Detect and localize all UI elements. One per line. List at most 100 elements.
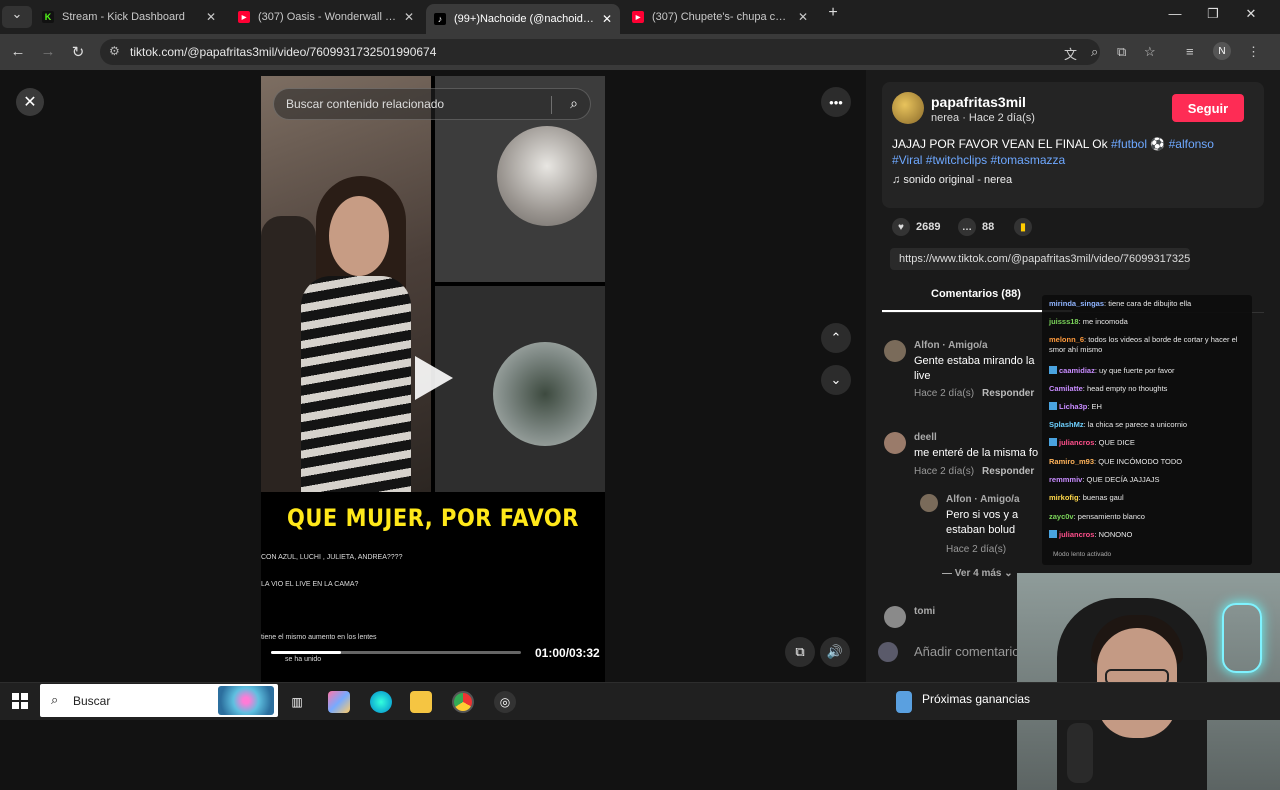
chat-username[interactable]: zayc0v <box>1049 512 1074 521</box>
author-username[interactable]: papafritas3mil <box>931 94 1026 110</box>
more-replies-label: Ver 4 más <box>954 568 1002 579</box>
video-progress-bar[interactable] <box>271 651 521 654</box>
install-app-icon[interactable]: ⧉ <box>1117 44 1126 60</box>
video-player[interactable]: QUE MUJER, POR FAVOR CON AZUL, LUCHI , J… <box>261 76 605 682</box>
commenter-avatar[interactable] <box>884 432 906 454</box>
chat-username[interactable]: Ramiro_m93 <box>1049 457 1094 466</box>
comment-time: Hace 2 día(s) <box>914 388 975 399</box>
chat-username[interactable]: melonn_6 <box>1049 335 1084 344</box>
pip-icon[interactable]: ⧉ <box>785 637 815 667</box>
tab-search-button[interactable]: ⌄ <box>2 6 32 28</box>
maximize-button[interactable]: ❐ <box>1198 6 1228 22</box>
music-link[interactable]: ♫ sonido original - nerea <box>892 174 1012 186</box>
more-options-icon[interactable]: ••• <box>821 87 851 117</box>
commenter-name[interactable]: Alfon · Amigo/a <box>946 494 1020 505</box>
obs-icon[interactable]: ◎ <box>494 691 516 713</box>
chat-username[interactable]: Camilatte <box>1049 384 1083 393</box>
chat-username[interactable]: Licha3p <box>1059 402 1087 411</box>
commenter-name[interactable]: Alfon · Amigo/a <box>914 340 988 351</box>
zoom-icon[interactable]: ⌕ <box>1091 44 1098 60</box>
reload-icon[interactable]: ↻ <box>68 43 88 61</box>
volume-icon[interactable]: 🔊 <box>820 637 850 667</box>
translate-icon[interactable]: 文 <box>1064 44 1077 63</box>
browser-menu-icon[interactable]: ⋮ <box>1247 44 1260 60</box>
minimize-button[interactable]: — <box>1160 6 1190 21</box>
like-button[interactable]: ♥ 2689 <box>892 218 940 236</box>
tab-chupetes[interactable]: ▶ (307) Chupete's- chupa chupa ( ✕ <box>624 4 816 30</box>
bookmark-star-icon[interactable]: ☆ <box>1144 44 1156 60</box>
chat-username[interactable]: juliancros <box>1059 530 1094 539</box>
related-search-input[interactable]: Buscar contenido relacionado ⌕ <box>273 88 591 120</box>
chat-username[interactable]: mirkofig <box>1049 493 1079 502</box>
desc-emoji: ⚽ <box>1146 137 1169 151</box>
chrome-icon[interactable] <box>452 691 474 713</box>
chat-username[interactable]: remmmiv <box>1049 475 1082 484</box>
author-avatar[interactable] <box>892 92 924 124</box>
tab-comments[interactable]: Comentarios (88) <box>931 288 1021 300</box>
browser-toolbar: ← → ↻ ⚙ tiktok.com/@papafritas3mil/video… <box>0 34 1280 70</box>
commenter-avatar[interactable] <box>920 494 938 512</box>
commenter-name[interactable]: tomi <box>914 606 935 617</box>
windows-start-icon[interactable] <box>12 693 28 709</box>
comment-button[interactable]: … 88 <box>958 218 994 236</box>
progress-fill <box>271 651 341 654</box>
file-explorer-icon[interactable] <box>410 691 432 713</box>
close-window-button[interactable]: ✕ <box>1236 6 1266 22</box>
task-view-icon[interactable]: ▥ <box>286 691 308 713</box>
comment-line: estaban bolud <box>946 524 1016 536</box>
profile-avatar[interactable]: N <box>1213 42 1231 60</box>
edge-icon[interactable] <box>370 691 392 713</box>
taskbar-search-input[interactable]: ⌕ Buscar <box>40 684 278 717</box>
chat-username[interactable]: juisss18 <box>1049 317 1079 326</box>
news-widget-label[interactable]: Próximas ganancias <box>922 692 1030 706</box>
music-title: sonido original - nerea <box>903 174 1013 186</box>
chat-username[interactable]: caamidiaz <box>1059 366 1095 375</box>
hashtag-links[interactable]: #Viral #twitchclips #tomasmazza <box>892 153 1065 167</box>
tab-oasis-wonderwall[interactable]: ▶ (307) Oasis - Wonderwall (Lyrics) ✕ <box>230 4 422 30</box>
bookmark-button[interactable]: ▮ <box>1014 218 1038 236</box>
comment-input[interactable]: Añadir comentario <box>914 644 1020 659</box>
next-video-button[interactable]: ⌄ <box>821 365 851 395</box>
hashtag-link[interactable]: #alfonso <box>1169 137 1214 151</box>
previous-video-button[interactable]: ⌃ <box>821 323 851 353</box>
view-more-replies[interactable]: — Ver 4 más ⌄ <box>942 568 1013 579</box>
media-queue-icon[interactable]: ≡ <box>1186 44 1194 59</box>
search-icon[interactable]: ⌕ <box>570 95 578 112</box>
comment-meta: Hace 2 día(s) Responder <box>914 466 1034 477</box>
copy-link-field[interactable]: https://www.tiktok.com/@papafritas3mil/v… <box>890 248 1190 270</box>
new-tab-button[interactable]: + <box>818 4 848 22</box>
chat-text: QUE DICE <box>1098 438 1135 447</box>
close-video-button[interactable]: ✕ <box>16 88 44 116</box>
reply-button[interactable]: Responder <box>982 466 1034 477</box>
chat-username[interactable]: mirinda_singas <box>1049 299 1104 308</box>
back-arrow-icon[interactable]: ← <box>8 43 28 60</box>
chat-username[interactable]: SplashMz <box>1049 420 1084 429</box>
tab-kick-dashboard[interactable]: K Stream - Kick Dashboard ✕ <box>34 4 224 30</box>
close-tab-icon[interactable]: ✕ <box>206 10 216 24</box>
comment-line: Pero si vos y a <box>946 509 1019 521</box>
commenter-avatar[interactable] <box>884 606 906 628</box>
follow-button[interactable]: Seguir <box>1172 94 1244 122</box>
windows-taskbar: ⌕ Buscar ▥ ◎ Próximas ganancias <box>0 682 1280 720</box>
chat-message: juliancros: NONONO <box>1049 530 1249 540</box>
close-tab-icon[interactable]: ✕ <box>602 12 612 26</box>
reply-button[interactable]: Responder <box>982 388 1034 399</box>
site-info-icon[interactable]: ⚙ <box>109 44 120 58</box>
taskbar-search-placeholder: Buscar <box>73 694 111 708</box>
tab-tiktok-nachoide[interactable]: ♪ (99+)Nachoide (@nachoide1) | T ✕ <box>426 4 620 34</box>
commenter-avatar[interactable] <box>884 340 906 362</box>
chat-text: me incomoda <box>1082 317 1128 326</box>
news-widget-icon[interactable] <box>896 691 912 713</box>
forward-arrow-icon[interactable]: → <box>38 43 58 60</box>
hashtag-link[interactable]: #futbol <box>1111 137 1147 151</box>
commenter-name[interactable]: deell <box>914 432 937 443</box>
user-avatar <box>878 642 898 662</box>
copilot-icon[interactable] <box>328 691 350 713</box>
address-bar[interactable]: ⚙ tiktok.com/@papafritas3mil/video/76099… <box>100 39 1100 65</box>
close-tab-icon[interactable]: ✕ <box>798 10 808 24</box>
close-tab-icon[interactable]: ✕ <box>404 10 414 24</box>
play-icon[interactable] <box>415 356 453 400</box>
chat-username[interactable]: juliancros <box>1059 438 1094 447</box>
slow-mode-notice: Modo lento activado <box>1053 551 1112 558</box>
comment-line: live <box>914 370 931 382</box>
